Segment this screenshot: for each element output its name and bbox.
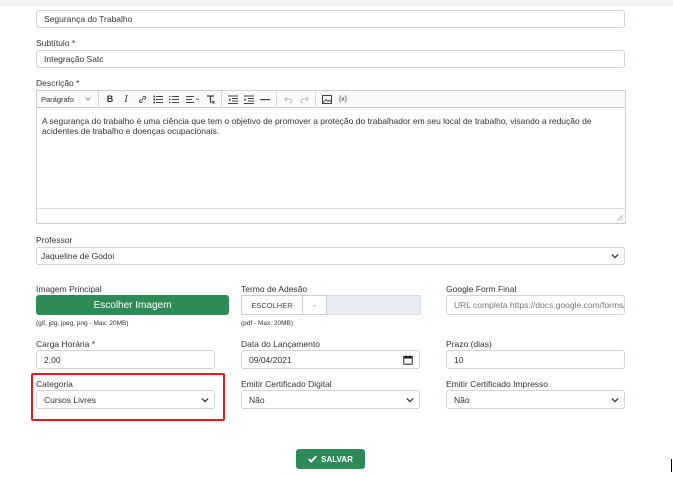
bullet-list-icon[interactable]	[150, 91, 166, 107]
redo-icon[interactable]	[296, 91, 312, 107]
image-icon[interactable]	[319, 91, 335, 107]
horizontal-rule-icon[interactable]	[257, 91, 273, 107]
category-highlight-box	[31, 373, 225, 421]
title-input[interactable]: Segurança do Trabalho	[36, 10, 625, 28]
google-form-placeholder: URL completa https://docs.google.com/for…	[454, 300, 625, 310]
digital-cert-label: Emitir Certificado Digital	[241, 379, 332, 389]
deadline-label: Prazo (dias)	[446, 339, 492, 349]
deadline-value: 10	[454, 354, 464, 365]
printed-cert-select[interactable]: Não	[446, 390, 625, 409]
description-label: Descrição *	[36, 78, 80, 88]
editor-text: A segurança do trabalho é uma ciência qu…	[42, 116, 592, 136]
google-form-label: Google Form Final	[446, 284, 517, 294]
choose-term-button[interactable]: ESCOLHER	[241, 295, 303, 315]
indent-icon[interactable]	[241, 91, 257, 107]
choose-image-button[interactable]: Escolher Imagem	[36, 295, 229, 315]
toolbar-separator	[315, 92, 316, 106]
term-label: Termo de Adesão	[241, 284, 308, 294]
paragraph-select[interactable]: Parágrafo	[37, 91, 95, 107]
image-help-text: (gif, jpg, jpeg, png - Max: 20MB)	[36, 320, 129, 327]
title-value: Segurança do Trabalho	[44, 14, 133, 24]
professor-label: Professor	[36, 235, 73, 245]
calendar-icon[interactable]	[403, 355, 413, 365]
google-form-input[interactable]: URL completa https://docs.google.com/for…	[446, 295, 625, 315]
toolbar-separator	[276, 92, 277, 106]
subtitle-label: Subtítulo *	[36, 38, 76, 48]
bold-icon[interactable]: B	[102, 91, 118, 107]
editor-status-bar	[37, 208, 625, 223]
italic-icon[interactable]: I	[118, 91, 134, 107]
chevron-down-icon	[406, 397, 414, 402]
chevron-down-icon	[611, 253, 619, 259]
workload-label: Carga Horária *	[36, 339, 96, 349]
launch-date-value: 09/04/2021	[249, 354, 292, 365]
toolbar-separator	[221, 92, 222, 106]
clear-format-icon[interactable]	[202, 91, 218, 107]
editor-toolbar: Parágrafo B I {x}	[36, 90, 626, 108]
term-file-display	[327, 295, 421, 315]
deadline-input[interactable]: 10	[446, 350, 625, 369]
term-dropdown-button[interactable]: -	[303, 295, 327, 315]
printed-cert-value: Não	[454, 394, 470, 405]
chevron-down-icon	[611, 397, 619, 402]
editor-content-area[interactable]: A segurança do trabalho é uma ciência qu…	[36, 108, 626, 224]
digital-cert-value: Não	[249, 394, 265, 405]
digital-cert-select[interactable]: Não	[241, 390, 420, 409]
professor-select[interactable]: Jaqueline de Godoi	[36, 247, 625, 265]
outdent-icon[interactable]	[225, 91, 241, 107]
chevron-down-icon	[85, 97, 91, 101]
save-button-label: SALVAR	[321, 454, 353, 464]
check-icon	[308, 455, 318, 463]
align-icon[interactable]	[182, 91, 202, 107]
subtitle-value: Integração Satc	[44, 54, 104, 64]
term-help-text: (pdf - Max: 20MB)	[241, 320, 294, 327]
launch-label: Data do Lançamento	[241, 339, 320, 349]
save-button[interactable]: SALVAR	[296, 449, 365, 469]
undo-icon[interactable]	[280, 91, 296, 107]
variable-icon[interactable]: {x}	[335, 91, 351, 107]
paragraph-select-label: Parágrafo	[41, 94, 74, 104]
workload-value: 2,00	[44, 354, 61, 365]
workload-input[interactable]: 2,00	[36, 350, 215, 369]
subtitle-input[interactable]: Integração Satc	[36, 50, 625, 68]
term-file-picker: ESCOLHER -	[241, 295, 421, 315]
numbered-list-icon[interactable]	[166, 91, 182, 107]
launch-date-input[interactable]: 09/04/2021	[241, 350, 420, 369]
professor-value: Jaqueline de Godoi	[41, 251, 115, 261]
image-label: Imagem Principal	[36, 284, 102, 294]
link-icon[interactable]	[134, 91, 150, 107]
text-cursor	[671, 459, 672, 472]
toolbar-separator	[98, 92, 99, 106]
top-bar	[0, 0, 673, 6]
resize-grip-icon[interactable]	[616, 214, 623, 221]
printed-cert-label: Emitir Certificado Impresso	[446, 379, 549, 389]
